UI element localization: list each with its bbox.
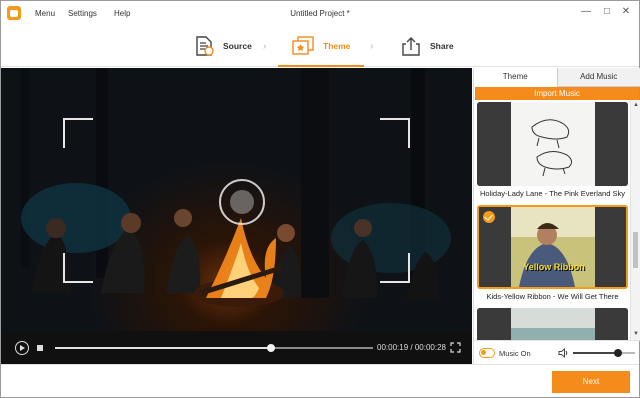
volume-handle[interactable] — [613, 349, 622, 357]
theme-thumbnail — [477, 308, 628, 340]
step-share[interactable]: Share — [400, 33, 454, 59]
chevron-right-icon: › — [370, 41, 374, 52]
step-theme[interactable]: Theme — [291, 33, 350, 59]
theme-thumbnail: Yellow Ribbon — [477, 205, 628, 289]
crop-frame-corner — [63, 253, 93, 283]
theme-thumbnail-image — [477, 308, 628, 340]
total-time: 00:00:28 — [414, 343, 446, 352]
time-separator: / — [410, 343, 413, 352]
current-time: 00:00:19 — [377, 343, 409, 352]
fullscreen-icon[interactable] — [450, 342, 461, 353]
seek-bar-progress — [55, 347, 272, 349]
source-document-icon — [196, 36, 214, 56]
minimize-icon[interactable]: — — [579, 5, 593, 19]
theme-list-scrollbar[interactable]: ▲ ▼ — [630, 100, 640, 340]
share-upload-icon — [402, 37, 420, 56]
step-source[interactable]: Source — [193, 33, 252, 59]
next-button[interactable]: Next — [552, 371, 630, 393]
seek-bar-handle[interactable] — [267, 344, 276, 352]
theme-item-label: Holiday-Lady Lane - The Pink Everland Sk… — [480, 189, 625, 198]
theme-thumbnail — [477, 102, 628, 186]
panel-tabs: Theme Add Music — [474, 68, 640, 87]
title-bar: Menu Settings Help Untitled Project * — … — [1, 1, 639, 25]
crop-frame-corner — [63, 118, 93, 148]
selected-check-icon — [483, 211, 495, 223]
theme-panel: Theme Add Music Import Music Holiday-Lad… — [473, 68, 640, 364]
theme-images-icon — [292, 36, 314, 55]
thumbnail-caption: Yellow Ribbon — [523, 262, 585, 272]
tab-add-music[interactable]: Add Music — [556, 68, 640, 87]
step-source-label: Source — [223, 41, 252, 51]
maximize-icon[interactable]: □ — [600, 5, 614, 19]
player-controls: 00:00:19 / 00:00:28 — [1, 331, 472, 364]
volume-level — [573, 352, 618, 354]
theme-item-label: Kids-Yellow Ribbon - We Will Get There — [486, 292, 619, 301]
app-window: Menu Settings Help Untitled Project * — … — [0, 0, 640, 398]
music-controls: Music On — [474, 340, 640, 364]
step-share-label: Share — [430, 41, 454, 51]
volume-icon[interactable] — [558, 348, 569, 358]
window-title: Untitled Project * — [290, 9, 350, 18]
crop-frame-corner — [380, 253, 410, 283]
music-on-label: Music On — [499, 349, 531, 358]
seek-bar[interactable] — [55, 344, 373, 352]
video-preview[interactable] — [1, 68, 472, 331]
workflow-steps: Source › Theme › Share — [1, 25, 639, 67]
active-step-indicator — [278, 65, 364, 67]
volume-slider[interactable] — [573, 349, 635, 357]
stop-icon[interactable] — [37, 345, 43, 351]
scroll-down-icon[interactable]: ▼ — [632, 330, 640, 338]
import-music-button[interactable]: Import Music — [475, 87, 639, 100]
scroll-up-icon[interactable]: ▲ — [632, 101, 640, 109]
footer-bar: Next — [1, 364, 639, 397]
play-icon[interactable] — [15, 341, 29, 355]
time-readout: 00:00:19 / 00:00:28 — [377, 343, 446, 352]
tab-theme[interactable]: Theme — [474, 68, 557, 87]
chevron-right-icon: › — [263, 41, 267, 52]
scrollbar-thumb[interactable] — [633, 232, 638, 268]
theme-list: Holiday-Lady Lane - The Pink Everland Sk… — [475, 100, 629, 340]
crop-frame-corner — [380, 118, 410, 148]
step-theme-label: Theme — [323, 41, 351, 51]
focus-reticle-icon — [219, 179, 265, 225]
sketch-thumbnail-image — [477, 102, 628, 186]
yellow-ribbon-thumbnail-image — [479, 207, 626, 287]
music-toggle[interactable] — [479, 348, 495, 358]
close-icon[interactable]: ✕ — [619, 5, 633, 19]
